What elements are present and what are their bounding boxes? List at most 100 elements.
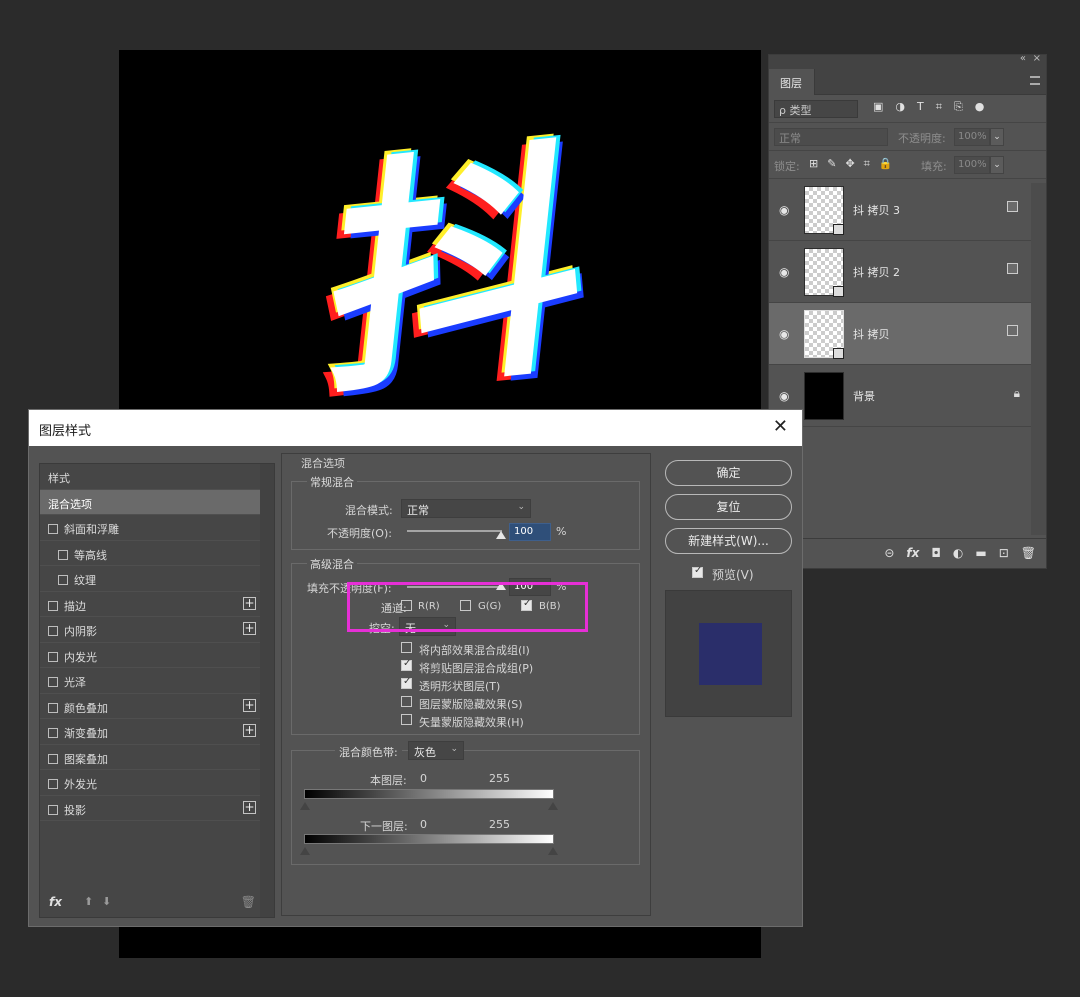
blend-if-select[interactable]: 灰色 ⌄: [408, 741, 464, 760]
blend-clipped-checkbox[interactable]: [401, 658, 412, 671]
close-panel-icon[interactable]: ×: [1033, 53, 1041, 64]
lock-all-icon[interactable]: 🔒: [879, 157, 893, 171]
group-folder-icon[interactable]: ▬: [975, 546, 986, 560]
ok-button[interactable]: 确定: [665, 460, 792, 486]
style-gradient-overlay[interactable]: 渐变叠加 +: [40, 719, 260, 745]
lock-image-icon[interactable]: ✎: [827, 157, 836, 171]
style-checkbox[interactable]: [48, 779, 58, 789]
blend-mode-select[interactable]: 正常 ⌄: [401, 499, 531, 518]
style-checkbox[interactable]: [58, 575, 68, 585]
fill-input[interactable]: 100%: [954, 156, 990, 174]
style-inner-shadow[interactable]: 内阴影 +: [40, 617, 260, 643]
layer-row[interactable]: ◉ 抖 拷贝 2: [769, 241, 1032, 303]
fx-icon[interactable]: fx: [49, 895, 62, 909]
style-checkbox[interactable]: [48, 524, 58, 534]
layer-row[interactable]: ◉ 抖 拷贝 3: [769, 179, 1032, 241]
trash-icon[interactable]: 🗑: [241, 895, 256, 909]
this-layer-gradient[interactable]: [304, 789, 554, 799]
lock-transparent-icon[interactable]: ⊞: [809, 157, 818, 171]
opacity-input[interactable]: 100: [509, 523, 551, 541]
add-style-icon[interactable]: +: [243, 596, 256, 610]
pixel-filter-icon[interactable]: ▣: [873, 100, 883, 114]
style-inner-glow[interactable]: 内发光: [40, 643, 260, 668]
new-layer-icon[interactable]: ⊡: [999, 546, 1009, 560]
eye-icon[interactable]: ◉: [779, 389, 789, 403]
styles-scrollbar[interactable]: [260, 464, 274, 917]
filter-kind-select[interactable]: ρ 类型: [774, 100, 858, 118]
style-satin[interactable]: 光泽: [40, 668, 260, 694]
type-filter-icon[interactable]: T: [917, 100, 924, 114]
this-layer-white-slider[interactable]: [548, 802, 558, 810]
move-up-icon[interactable]: ⬆: [84, 895, 93, 908]
layers-scrollbar[interactable]: [1031, 183, 1046, 535]
blend-mode-select[interactable]: 正常: [774, 128, 888, 146]
fx-icon[interactable]: fx: [906, 546, 919, 560]
adjustment-filter-icon[interactable]: ◑: [895, 100, 905, 114]
delete-layer-icon[interactable]: 🗑: [1021, 546, 1036, 560]
add-style-icon[interactable]: +: [243, 800, 256, 814]
lock-artboard-icon[interactable]: ⌗: [864, 157, 870, 171]
blend-interior-checkbox[interactable]: [401, 642, 412, 653]
vector-mask-hides-checkbox[interactable]: [401, 714, 412, 725]
close-icon[interactable]: ✕: [773, 416, 788, 437]
layer-row-background[interactable]: ◉ 背景 🔒︎: [769, 365, 1032, 427]
style-checkbox[interactable]: [58, 549, 68, 560]
smart-object-filter-icon[interactable]: ⎘: [954, 100, 963, 114]
add-style-icon[interactable]: +: [243, 724, 256, 737]
opacity-slider-thumb[interactable]: [496, 531, 506, 539]
filter-toggle-icon[interactable]: ●: [975, 100, 985, 114]
style-checkbox[interactable]: [48, 728, 58, 738]
style-checkbox[interactable]: [48, 626, 58, 636]
style-bevel-emboss[interactable]: 斜面和浮雕: [40, 515, 260, 541]
style-checkbox[interactable]: [48, 753, 58, 764]
style-checkbox[interactable]: [48, 677, 58, 687]
layer-name[interactable]: 抖 拷贝: [853, 326, 890, 342]
style-pattern-overlay[interactable]: 图案叠加: [40, 745, 260, 770]
style-drop-shadow[interactable]: 投影 +: [40, 796, 260, 821]
style-contour[interactable]: 等高线: [40, 541, 260, 566]
style-texture[interactable]: 纹理: [40, 566, 260, 592]
layer-row-selected[interactable]: ◉ 抖 拷贝: [769, 303, 1032, 365]
layer-mask-hides-checkbox[interactable]: [401, 696, 412, 707]
collapse-icon[interactable]: «: [1020, 53, 1026, 64]
style-checkbox[interactable]: [48, 804, 58, 815]
style-checkbox[interactable]: [48, 702, 58, 713]
style-color-overlay[interactable]: 颜色叠加 +: [40, 694, 260, 719]
preview-checkbox[interactable]: [692, 565, 703, 578]
style-checkbox[interactable]: [48, 600, 58, 611]
eye-icon[interactable]: ◉: [779, 327, 789, 341]
opacity-input[interactable]: 100%: [954, 128, 990, 146]
advanced-blending-title: 高级混合: [307, 556, 357, 572]
shape-filter-icon[interactable]: ⌗: [936, 100, 942, 114]
underlying-layer-gradient[interactable]: [304, 834, 554, 844]
eye-icon[interactable]: ◉: [779, 265, 789, 279]
add-style-icon[interactable]: +: [243, 698, 256, 712]
style-outer-glow[interactable]: 外发光: [40, 770, 260, 796]
tab-layers[interactable]: 图层: [769, 69, 815, 95]
layer-name[interactable]: 抖 拷贝 3: [853, 202, 900, 218]
underlying-layer-white-slider[interactable]: [548, 847, 558, 855]
underlying-layer-black-slider[interactable]: [300, 847, 310, 855]
style-blend-options[interactable]: 混合选项: [40, 489, 260, 515]
transparency-shapes-checkbox[interactable]: [401, 676, 412, 689]
layer-name[interactable]: 背景: [853, 388, 875, 404]
layer-name[interactable]: 抖 拷贝 2: [853, 264, 900, 280]
opacity-dropdown-icon[interactable]: ⌄: [990, 128, 1004, 146]
fill-dropdown-icon[interactable]: ⌄: [990, 156, 1004, 174]
adjustment-layer-icon[interactable]: ◐: [953, 546, 963, 560]
lock-position-icon[interactable]: ✥: [845, 157, 854, 171]
opacity-slider[interactable]: [407, 530, 502, 532]
styles-header[interactable]: 样式: [40, 464, 260, 490]
style-checkbox[interactable]: [48, 651, 58, 662]
style-label: 渐变叠加: [64, 727, 108, 740]
reset-button[interactable]: 复位: [665, 494, 792, 520]
eye-icon[interactable]: ◉: [779, 203, 789, 217]
move-down-icon[interactable]: ⬇: [102, 895, 111, 908]
add-style-icon[interactable]: +: [243, 622, 256, 635]
style-stroke[interactable]: 描边 +: [40, 592, 260, 617]
add-mask-icon[interactable]: ◘: [931, 546, 941, 560]
panel-menu-icon[interactable]: [1030, 76, 1040, 85]
link-layers-icon[interactable]: ⊝: [884, 546, 894, 560]
new-style-button[interactable]: 新建样式(W)...: [665, 528, 792, 554]
this-layer-black-slider[interactable]: [300, 802, 310, 810]
